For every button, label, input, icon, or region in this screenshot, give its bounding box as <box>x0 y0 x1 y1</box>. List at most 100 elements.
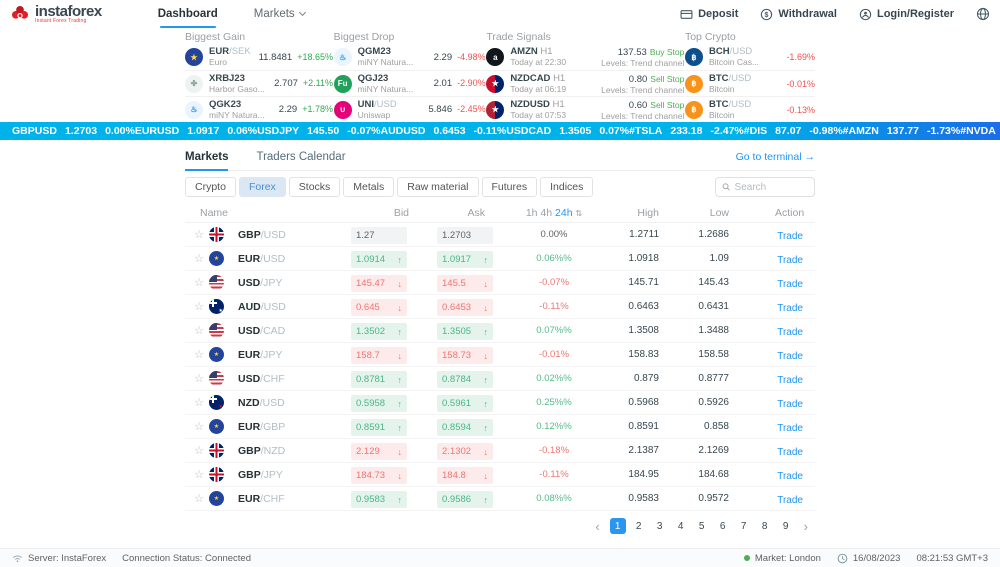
bid-price-button[interactable]: 1.3502↑ <box>351 323 407 340</box>
nav-markets[interactable]: Markets <box>254 0 305 28</box>
ticker-item[interactable]: USDJPY 145.50 -0.07% <box>257 125 380 137</box>
crypto-list-item[interactable]: ฿ BCH/USD Bitcoin Cas... -1.69% <box>685 44 815 70</box>
ask-price-button[interactable]: 184.8↓ <box>437 467 493 484</box>
page-button[interactable]: 5 <box>694 518 710 534</box>
previous-page-icon[interactable]: ‹ <box>590 519 604 534</box>
filter-chip[interactable]: Stocks <box>289 177 341 197</box>
ask-price-button[interactable]: 0.6453↓ <box>437 299 493 316</box>
favorite-star-icon[interactable]: ☆ <box>185 492 209 505</box>
bid-price-button[interactable]: 2.129↓ <box>351 443 407 460</box>
trade-link[interactable]: Trade <box>777 399 803 410</box>
bid-price-button[interactable]: 0.8781↑ <box>351 371 407 388</box>
gain-list-item[interactable]: ★ EUR/SEK Euro 11.8481 +18.65% <box>185 44 333 70</box>
signal-list-item[interactable]: ★ NZDCAD H1 Today at 06:19 0.80Sell Stop… <box>486 70 684 96</box>
crypto-list-item[interactable]: ฿ BTC/USD Bitcoin -0.01% <box>685 70 815 96</box>
ask-price-button[interactable]: 1.0917↑ <box>437 251 493 268</box>
go-to-terminal-link[interactable]: Go to terminal → <box>736 151 815 163</box>
trade-link[interactable]: Trade <box>777 375 803 386</box>
bid-price-button[interactable]: 1.27 <box>351 227 407 244</box>
favorite-star-icon[interactable]: ☆ <box>185 228 209 241</box>
instaforex-logo[interactable]: instaforex Instant Forex Trading <box>10 4 102 24</box>
gain-list-item[interactable]: ♨ QGK23 miNY Natura... 2.29 +1.78% <box>185 96 333 122</box>
filter-chip[interactable]: Raw material <box>397 177 478 197</box>
filter-chip[interactable]: Indices <box>540 177 593 197</box>
ask-price-button[interactable]: 158.73↓ <box>437 347 493 364</box>
bid-price-button[interactable]: 0.9583↑ <box>351 491 407 508</box>
deposit-button[interactable]: Deposit <box>680 8 738 21</box>
bid-price-button[interactable]: 158.7↓ <box>351 347 407 364</box>
bid-price-button[interactable]: 184.73↓ <box>351 467 407 484</box>
ask-price-button[interactable]: 0.8594↑ <box>437 419 493 436</box>
filter-chip[interactable]: Metals <box>343 177 394 197</box>
next-page-icon[interactable]: › <box>799 519 813 534</box>
page-button[interactable]: 9 <box>778 518 794 534</box>
bid-price-button[interactable]: 0.5958↑ <box>351 395 407 412</box>
trade-link[interactable]: Trade <box>777 255 803 266</box>
trade-link[interactable]: Trade <box>777 495 803 506</box>
bid-price-button[interactable]: 0.645↓ <box>351 299 407 316</box>
search-input[interactable] <box>735 182 808 193</box>
drop-list-item[interactable]: ∪ UNI/USD Uniswap 5.846 -2.45% <box>334 96 486 122</box>
ask-price-button[interactable]: 1.2703 <box>437 227 493 244</box>
ask-price-button[interactable]: 0.5961↑ <box>437 395 493 412</box>
page-button[interactable]: 4 <box>673 518 689 534</box>
gain-list-item[interactable]: ✤ XRBJ23 Harbor Gaso... 2.707 +2.11% <box>185 70 333 96</box>
ticker-item[interactable]: AUDUSD 0.6453 -0.11% <box>381 125 507 137</box>
page-button[interactable]: 3 <box>652 518 668 534</box>
ticker-item[interactable]: #TSLA 233.18 -2.47% <box>629 125 744 137</box>
ask-price-button[interactable]: 0.8784↑ <box>437 371 493 388</box>
favorite-star-icon[interactable]: ☆ <box>185 420 209 433</box>
favorite-star-icon[interactable]: ☆ <box>185 444 209 457</box>
favorite-star-icon[interactable]: ☆ <box>185 396 209 409</box>
favorite-star-icon[interactable]: ☆ <box>185 252 209 265</box>
trade-link[interactable]: Trade <box>777 351 803 362</box>
page-button[interactable]: 8 <box>757 518 773 534</box>
favorite-star-icon[interactable]: ☆ <box>185 468 209 481</box>
favorite-star-icon[interactable]: ☆ <box>185 300 209 313</box>
ticker-item[interactable]: EURUSD 1.0917 0.06% <box>135 125 257 137</box>
favorite-star-icon[interactable]: ☆ <box>185 348 209 361</box>
bid-price-button[interactable]: 145.47↓ <box>351 275 407 292</box>
language-selector[interactable] <box>976 7 990 21</box>
nav-dashboard[interactable]: Dashboard <box>158 0 218 28</box>
trade-link[interactable]: Trade <box>777 327 803 338</box>
trade-link[interactable]: Trade <box>777 471 803 482</box>
ask-price-button[interactable]: 2.1302↓ <box>437 443 493 460</box>
page-button[interactable]: 2 <box>631 518 647 534</box>
tab-markets[interactable]: Markets <box>185 143 228 170</box>
sort-icon[interactable]: ⇅ <box>575 209 582 218</box>
favorite-star-icon[interactable]: ☆ <box>185 276 209 289</box>
drop-list-item[interactable]: ♨ QGM23 miNY Natura... 2.29 -4.98% <box>334 44 486 70</box>
ask-price-button[interactable]: 0.9586↑ <box>437 491 493 508</box>
bid-price-button[interactable]: 1.0914↑ <box>351 251 407 268</box>
trade-link[interactable]: Trade <box>777 231 803 242</box>
ask-price-button[interactable]: 145.5↓ <box>437 275 493 292</box>
filter-chip[interactable]: Futures <box>482 177 538 197</box>
withdrawal-button[interactable]: $ Withdrawal <box>760 8 837 21</box>
trade-link[interactable]: Trade <box>777 303 803 314</box>
trade-link[interactable]: Trade <box>777 423 803 434</box>
ticker-item[interactable]: USDCAD 1.3505 0.07% <box>506 125 629 137</box>
filter-chip[interactable]: Crypto <box>185 177 236 197</box>
timeframe-4h[interactable]: 4h <box>540 207 552 219</box>
ticker-item[interactable]: #DIS 87.07 -0.98% <box>744 125 843 137</box>
trade-link[interactable]: Trade <box>777 447 803 458</box>
drop-list-item[interactable]: Fu QGJ23 miNY Natura... 2.01 -2.90% <box>334 70 486 96</box>
search-box[interactable] <box>715 177 815 197</box>
crypto-list-item[interactable]: ฿ BTC/USD Bitcoin -0.13% <box>685 96 815 122</box>
favorite-star-icon[interactable]: ☆ <box>185 324 209 337</box>
timeframe-1h[interactable]: 1h <box>526 207 538 219</box>
ask-price-button[interactable]: 1.3505↑ <box>437 323 493 340</box>
signal-list-item[interactable]: ★ NZDUSD H1 Today at 07:53 0.60Sell Stop… <box>486 96 684 122</box>
bid-price-button[interactable]: 0.8591↑ <box>351 419 407 436</box>
column-header-change[interactable]: 1h 4h 24h ⇅ <box>525 207 605 219</box>
page-button[interactable]: 1 <box>610 518 626 534</box>
tab-traders-calendar[interactable]: Traders Calendar <box>256 143 345 170</box>
filter-chip[interactable]: Forex <box>239 177 286 197</box>
ticker-item[interactable]: GBPUSD 1.2703 0.00% <box>12 125 135 137</box>
favorite-star-icon[interactable]: ☆ <box>185 372 209 385</box>
ticker-item[interactable]: #AMZN 137.77 -1.73% <box>843 125 961 137</box>
ticker-item[interactable]: #NVDA 439.47 -1.48% <box>960 125 1000 137</box>
page-button[interactable]: 7 <box>736 518 752 534</box>
trade-link[interactable]: Trade <box>777 279 803 290</box>
